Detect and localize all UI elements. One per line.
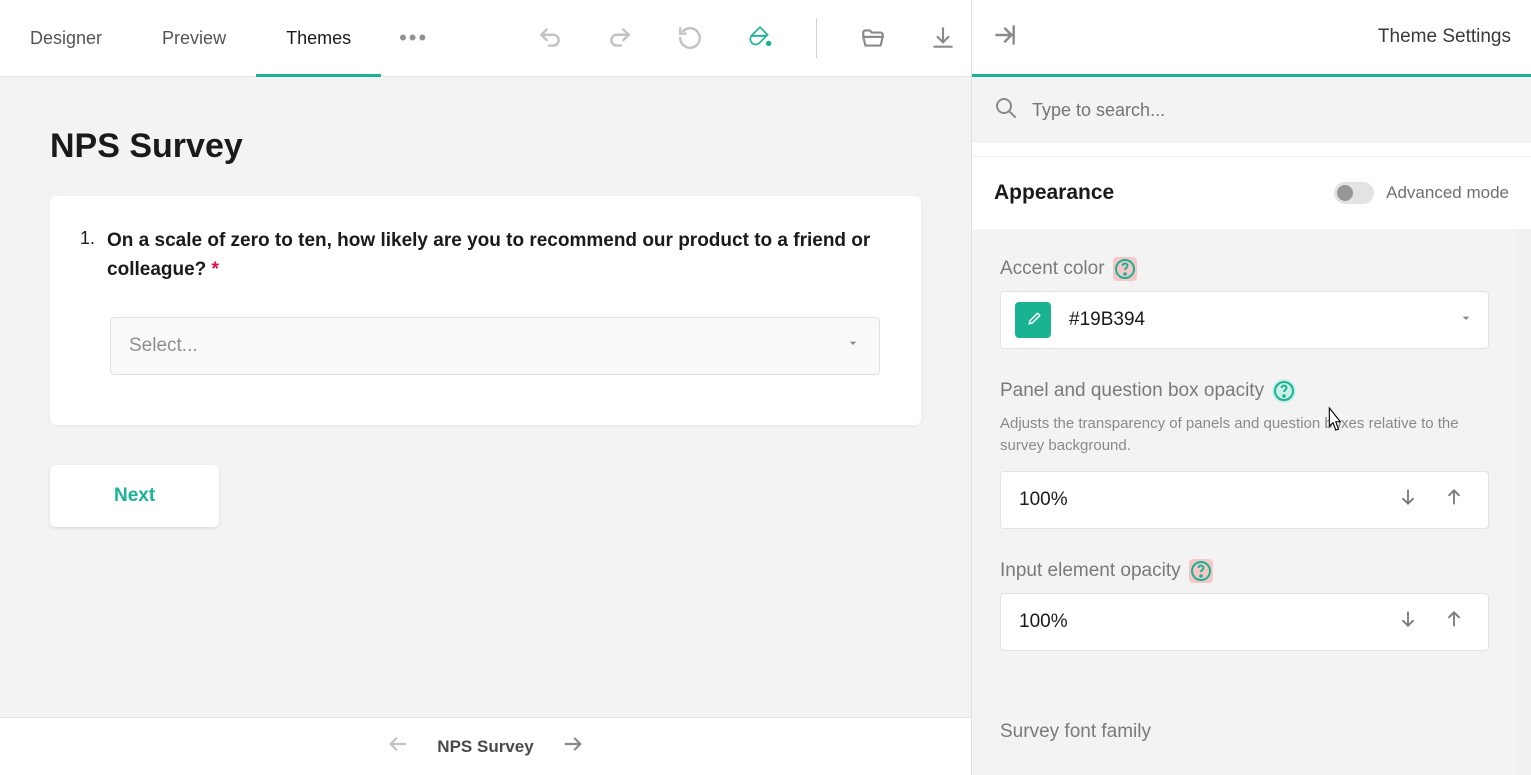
page-nav: NPS Survey xyxy=(0,717,971,775)
advanced-mode-label: Advanced mode xyxy=(1386,183,1509,203)
increase-icon[interactable] xyxy=(1438,603,1470,640)
undo-icon[interactable] xyxy=(536,24,564,52)
question-card: 1. On a scale of zero to ten, how likely… xyxy=(50,196,921,425)
settings-search xyxy=(972,77,1531,143)
increase-icon[interactable] xyxy=(1438,481,1470,518)
answer-select[interactable]: Select... xyxy=(110,317,880,375)
properties-area: Accent color #19B394 xyxy=(972,229,1517,775)
panel-opacity-group: Panel and question box opacity Adjusts t… xyxy=(1000,379,1489,529)
accent-color-value: #19B394 xyxy=(1069,309,1440,331)
page-nav-label: NPS Survey xyxy=(437,737,533,757)
top-toolbar: Designer Preview Themes ••• xyxy=(0,0,971,77)
search-icon xyxy=(994,96,1018,125)
panel-opacity-input[interactable]: 100% xyxy=(1000,471,1489,529)
panel-opacity-label: Panel and question box opacity xyxy=(1000,380,1264,402)
accent-color-label: Accent color xyxy=(1000,258,1105,280)
panel-opacity-description: Adjusts the transparency of panels and q… xyxy=(1000,413,1489,457)
next-page-icon[interactable] xyxy=(562,733,584,760)
tab-themes[interactable]: Themes xyxy=(256,0,381,76)
tab-more-icon[interactable]: ••• xyxy=(381,25,446,51)
collapse-panel-icon[interactable] xyxy=(992,22,1018,53)
tabs: Designer Preview Themes ••• xyxy=(30,0,446,76)
download-icon[interactable] xyxy=(929,24,957,52)
section-spacer xyxy=(972,143,1531,157)
decrease-icon[interactable] xyxy=(1392,603,1424,640)
color-swatch xyxy=(1015,302,1051,338)
survey-title: NPS Survey xyxy=(50,127,921,166)
decrease-icon[interactable] xyxy=(1392,481,1424,518)
help-icon[interactable] xyxy=(1189,559,1213,583)
font-family-group: Survey font family xyxy=(1000,721,1489,743)
help-icon[interactable] xyxy=(1113,257,1137,281)
toolbar-separator xyxy=(816,18,817,58)
appearance-title: Appearance xyxy=(994,181,1114,205)
select-placeholder: Select... xyxy=(129,335,198,357)
tab-designer[interactable]: Designer xyxy=(30,0,132,76)
input-opacity-value: 100% xyxy=(1019,611,1378,633)
prev-page-icon[interactable] xyxy=(387,733,409,760)
next-button[interactable]: Next xyxy=(50,465,219,527)
input-opacity-label: Input element opacity xyxy=(1000,560,1181,582)
input-opacity-input[interactable]: 100% xyxy=(1000,593,1489,651)
font-family-label: Survey font family xyxy=(1000,721,1151,743)
accent-color-picker[interactable]: #19B394 xyxy=(1000,291,1489,349)
advanced-mode-toggle[interactable] xyxy=(1334,182,1374,204)
paint-bucket-icon[interactable] xyxy=(746,24,774,52)
panel-opacity-value: 100% xyxy=(1019,489,1378,511)
help-icon[interactable] xyxy=(1272,379,1296,403)
open-folder-icon[interactable] xyxy=(859,24,887,52)
input-opacity-group: Input element opacity 100% xyxy=(1000,559,1489,651)
tab-preview[interactable]: Preview xyxy=(132,0,256,76)
chevron-down-icon xyxy=(845,335,861,357)
appearance-section-header: Appearance Advanced mode xyxy=(972,157,1531,229)
survey-canvas: NPS Survey 1. On a scale of zero to ten,… xyxy=(0,77,971,717)
question-number: 1. xyxy=(80,226,95,285)
scrollbar[interactable] xyxy=(1517,229,1531,775)
question-text: On a scale of zero to ten, how likely ar… xyxy=(107,226,891,285)
reset-icon[interactable] xyxy=(676,24,704,52)
accent-color-group: Accent color #19B394 xyxy=(1000,257,1489,349)
settings-title: Theme Settings xyxy=(1378,26,1511,48)
search-input[interactable] xyxy=(1032,100,1509,121)
settings-header: Theme Settings xyxy=(972,0,1531,77)
required-mark: * xyxy=(212,259,219,280)
chevron-down-icon xyxy=(1458,310,1474,331)
redo-icon[interactable] xyxy=(606,24,634,52)
